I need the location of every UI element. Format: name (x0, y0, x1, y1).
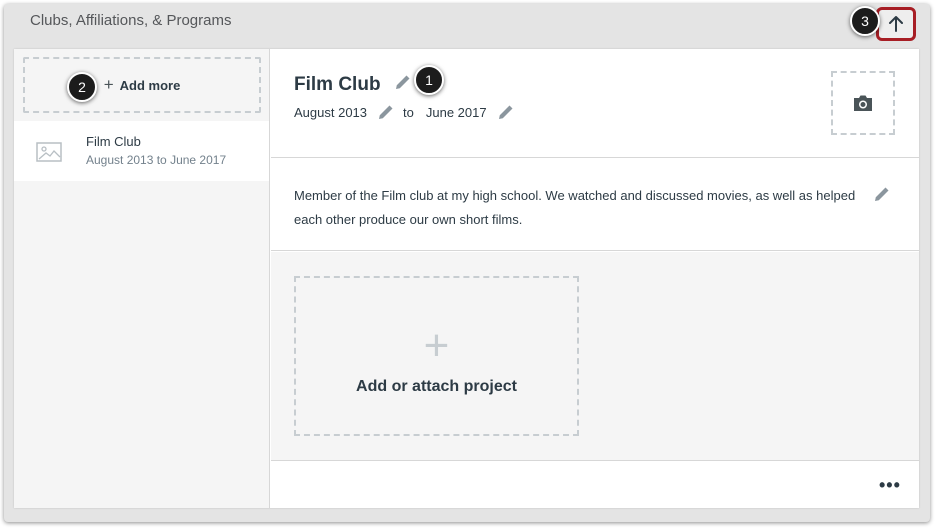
add-more-label: Add more (119, 77, 181, 93)
entry-title: Film Club (294, 71, 414, 96)
camera-icon (854, 95, 872, 111)
entry-title-text: Film Club (294, 74, 381, 95)
entry-description: Member of the Film club at my high schoo… (294, 188, 856, 227)
entry-header: Film Club August 2013 to June 2017 (271, 49, 919, 158)
pencil-icon (395, 75, 410, 89)
plus-icon: + (103, 75, 114, 94)
sidebar: + Add more Film Club August 2013 to June… (14, 49, 270, 508)
pencil-icon (379, 105, 393, 119)
date-separator: to (403, 104, 414, 120)
add-more-button[interactable]: + Add more (23, 57, 261, 113)
club-panel: + Add more Film Club August 2013 to June… (14, 49, 919, 508)
callout-badge-2: 2 (67, 72, 97, 102)
pencil-icon (875, 187, 889, 201)
collapse-button[interactable] (876, 7, 916, 41)
section-title: Clubs, Affiliations, & Programs (30, 12, 232, 29)
edit-end-date-button[interactable] (495, 101, 517, 123)
edit-description-button[interactable] (871, 183, 893, 205)
start-date: August 2013 (294, 104, 368, 120)
add-project-plus-icon: + (423, 321, 450, 370)
list-item-dates: August 2013 to June 2017 (86, 153, 227, 167)
more-options-button[interactable]: ••• (879, 475, 901, 496)
arrow-up-icon (889, 16, 903, 32)
image-placeholder-icon (36, 142, 62, 167)
end-date: June 2017 (425, 104, 487, 120)
add-project-button[interactable]: + Add or attach project (294, 276, 579, 436)
list-item[interactable]: Film Club August 2013 to June 2017 (14, 121, 269, 181)
entry-footer: ••• (271, 461, 919, 508)
entry-dates: August 2013 to June 2017 (294, 101, 517, 123)
edit-start-date-button[interactable] (375, 101, 397, 123)
add-project-label: Add or attach project (356, 378, 517, 395)
clubs-section: Clubs, Affiliations, & Programs + Add mo… (4, 4, 930, 522)
callout-badge-3: 3 (850, 6, 880, 36)
entry-detail: Film Club August 2013 to June 2017 Membe… (271, 49, 919, 508)
pencil-icon (498, 105, 513, 119)
projects-section: + Add or attach project (271, 252, 919, 461)
entry-description-section: Member of the Film club at my high schoo… (271, 159, 919, 251)
list-item-title: Film Club (86, 134, 141, 149)
callout-badge-1: 1 (414, 65, 444, 95)
add-photo-button[interactable] (831, 71, 895, 135)
edit-title-button[interactable] (392, 71, 414, 93)
